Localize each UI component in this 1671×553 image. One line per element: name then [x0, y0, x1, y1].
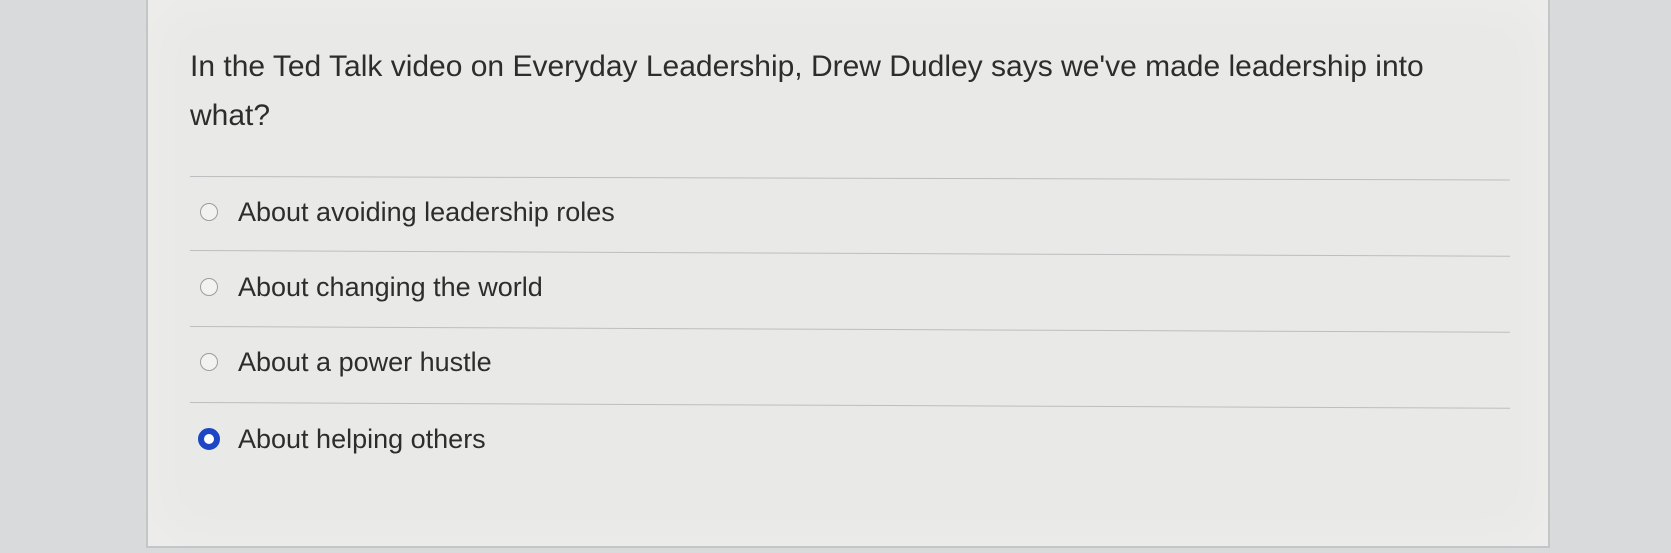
radio-button-unselected[interactable] — [200, 278, 218, 296]
question-card: In the Ted Talk video on Everyday Leader… — [146, 0, 1550, 548]
answer-label: About avoiding leadership roles — [238, 196, 615, 227]
divider — [189, 250, 1510, 257]
radio-button-selected[interactable] — [198, 428, 220, 450]
answer-option-1[interactable]: About avoiding leadership roles — [200, 192, 615, 232]
answer-label: About changing the world — [238, 271, 543, 302]
answer-option-4[interactable]: About helping others — [198, 419, 486, 459]
answer-label: About a power hustle — [238, 346, 492, 377]
radio-button-unselected[interactable] — [200, 353, 218, 371]
radio-button-unselected[interactable] — [200, 203, 218, 221]
answer-option-2[interactable]: About changing the world — [200, 267, 543, 307]
divider — [189, 402, 1510, 409]
answer-option-3[interactable]: About a power hustle — [200, 342, 492, 382]
divider — [189, 326, 1510, 333]
answer-label: About helping others — [238, 423, 486, 454]
question-text: In the Ted Talk video on Everyday Leader… — [190, 50, 1424, 132]
divider — [189, 176, 1510, 181]
